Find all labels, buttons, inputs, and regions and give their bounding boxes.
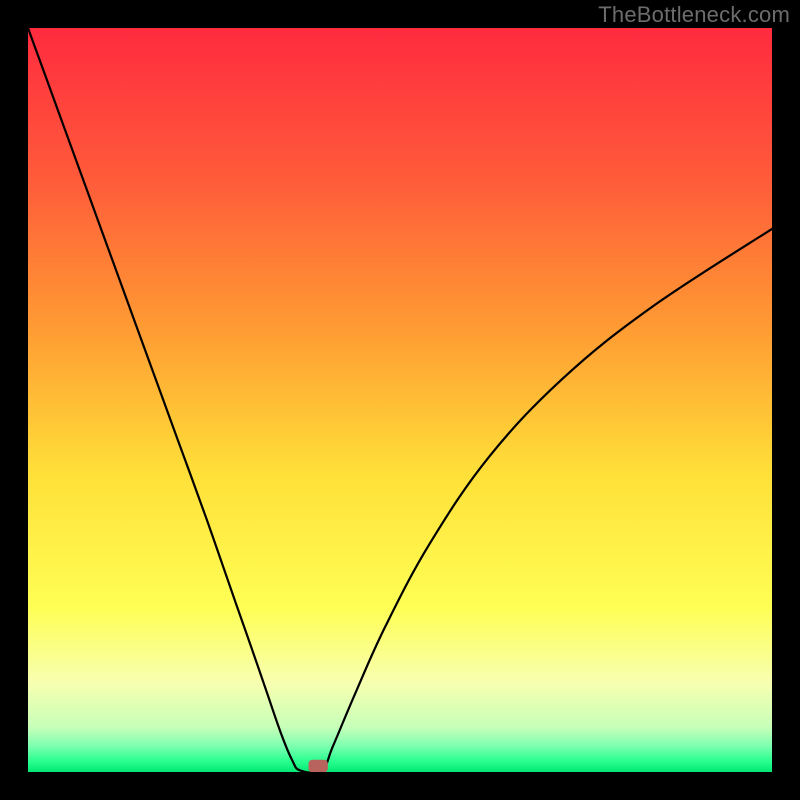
optimum-marker [308, 760, 327, 772]
watermark-label: TheBottleneck.com [598, 2, 790, 28]
bottleneck-chart [28, 28, 772, 772]
chart-frame: TheBottleneck.com [0, 0, 800, 800]
chart-background [28, 28, 772, 772]
